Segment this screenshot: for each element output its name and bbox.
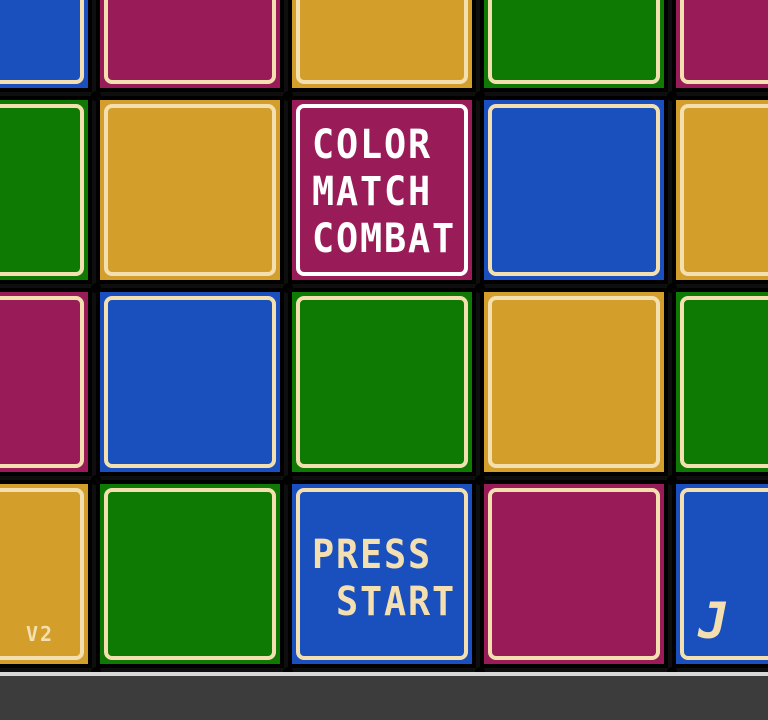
color-tile-green	[0, 96, 92, 284]
grid-corner-dot	[667, 475, 677, 485]
color-tile-green	[672, 288, 768, 476]
tile-border	[104, 0, 276, 84]
grid-corner-dot	[667, 91, 677, 101]
game-title: COLOR MATCH COMBAT	[312, 122, 456, 262]
color-tile-gold	[672, 96, 768, 284]
grid-corner-dot	[91, 283, 101, 293]
bottom-status-bar	[0, 672, 768, 720]
color-tile-magenta	[672, 0, 768, 92]
color-tile-green	[288, 288, 476, 476]
version-label: V2	[26, 622, 55, 646]
tile-border	[104, 488, 276, 660]
grid-corner-dot	[91, 91, 101, 101]
color-tile-magenta	[0, 288, 92, 476]
grid-corner-dot	[283, 91, 293, 101]
color-tile-magenta	[480, 480, 668, 668]
grid-corner-dot	[475, 91, 485, 101]
color-tile-gold	[480, 288, 668, 476]
color-tile-green	[480, 0, 668, 92]
tile-border	[0, 0, 84, 84]
publisher-logo-mark: J	[698, 592, 731, 650]
tile-border	[488, 488, 660, 660]
press-start-prompt[interactable]: PRESS START	[312, 532, 456, 626]
color-tile-magenta	[96, 0, 284, 92]
color-tile-gold	[96, 96, 284, 284]
grid-corner-dot	[475, 283, 485, 293]
title-screen: COLOR MATCH COMBAT PRESS START V2 J	[0, 0, 768, 672]
tile-border	[296, 0, 468, 84]
color-tile-gold	[288, 0, 476, 92]
color-tile-blue	[480, 96, 668, 284]
tile-border	[488, 296, 660, 468]
grid-corner-dot	[283, 475, 293, 485]
tile-border	[104, 104, 276, 276]
tile-border	[488, 104, 660, 276]
tile-border	[680, 296, 768, 468]
grid-corner-dot	[475, 475, 485, 485]
grid-corner-dot	[91, 475, 101, 485]
tile-border	[680, 104, 768, 276]
tile-border	[104, 296, 276, 468]
color-tile-green	[96, 480, 284, 668]
color-tile-blue	[0, 0, 92, 92]
tile-border	[296, 296, 468, 468]
tile-border	[0, 296, 84, 468]
tile-border	[680, 0, 768, 84]
grid-corner-dot	[667, 283, 677, 293]
tile-border	[488, 0, 660, 84]
tile-border	[0, 104, 84, 276]
grid-corner-dot	[283, 283, 293, 293]
color-tile-blue	[96, 288, 284, 476]
